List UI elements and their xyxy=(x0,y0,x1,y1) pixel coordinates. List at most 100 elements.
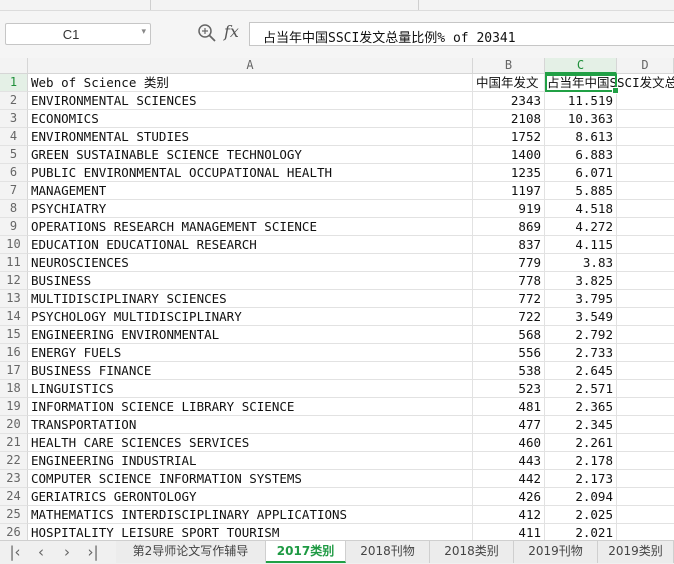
cell-percent[interactable]: 2.021 xyxy=(545,524,617,540)
cell-category[interactable]: ENVIRONMENTAL STUDIES xyxy=(28,128,473,146)
row-number[interactable]: 24 xyxy=(0,488,28,506)
row-number[interactable]: 4 xyxy=(0,128,28,146)
cell-empty[interactable] xyxy=(617,308,674,326)
cell-empty[interactable] xyxy=(617,398,674,416)
cell-percent[interactable]: 2.792 xyxy=(545,326,617,344)
cell-empty[interactable] xyxy=(617,182,674,200)
sheet-tab[interactable]: 2018刊物 xyxy=(346,541,430,563)
row-number[interactable]: 3 xyxy=(0,110,28,128)
cell-empty[interactable] xyxy=(617,362,674,380)
cell-percent[interactable]: 3.83 xyxy=(545,254,617,272)
cell-percent[interactable]: 2.645 xyxy=(545,362,617,380)
cell-category[interactable]: NEUROSCIENCES xyxy=(28,254,473,272)
row-number[interactable]: 19 xyxy=(0,398,28,416)
cell-empty[interactable] xyxy=(617,380,674,398)
cell-empty[interactable] xyxy=(617,164,674,182)
cell-percent[interactable]: 11.519 xyxy=(545,92,617,110)
cell-percent[interactable]: 2.733 xyxy=(545,344,617,362)
zoom-formula-icon[interactable] xyxy=(196,22,218,44)
cell-count[interactable]: 1752 xyxy=(473,128,545,146)
cell-percent[interactable]: 2.261 xyxy=(545,434,617,452)
cell-percent[interactable]: 3.549 xyxy=(545,308,617,326)
cell-percent[interactable]: 2.571 xyxy=(545,380,617,398)
cell-empty[interactable] xyxy=(617,524,674,540)
cell-empty[interactable] xyxy=(617,254,674,272)
cell-percent[interactable]: 3.825 xyxy=(545,272,617,290)
cell-category[interactable]: GERIATRICS GERONTOLOGY xyxy=(28,488,473,506)
row-number[interactable]: 23 xyxy=(0,470,28,488)
cell-percent[interactable]: 10.363 xyxy=(545,110,617,128)
row-number[interactable]: 7 xyxy=(0,182,28,200)
cell-category[interactable]: BUSINESS xyxy=(28,272,473,290)
column-header-c[interactable]: C xyxy=(545,58,617,74)
row-number[interactable]: 11 xyxy=(0,254,28,272)
cell-category[interactable]: PSYCHIATRY xyxy=(28,200,473,218)
column-header-d[interactable]: D xyxy=(617,58,674,74)
cell-empty[interactable] xyxy=(617,236,674,254)
cell-empty[interactable] xyxy=(617,290,674,308)
cell-category[interactable]: ENGINEERING INDUSTRIAL xyxy=(28,452,473,470)
formula-input[interactable]: 占当年中国SSCI发文总量比例% of 20341 xyxy=(249,22,674,46)
cell-percent[interactable]: 2.178 xyxy=(545,452,617,470)
row-number[interactable]: 18 xyxy=(0,380,28,398)
name-box[interactable]: C1 ▾ xyxy=(5,23,151,45)
row-number[interactable]: 14 xyxy=(0,308,28,326)
row-number[interactable]: 26 xyxy=(0,524,28,540)
cell-empty[interactable] xyxy=(617,434,674,452)
cell-category[interactable]: BUSINESS FINANCE xyxy=(28,362,473,380)
fx-icon[interactable]: fx xyxy=(224,22,239,41)
cell-category[interactable]: HEALTH CARE SCIENCES SERVICES xyxy=(28,434,473,452)
last-sheet-icon[interactable]: ›| xyxy=(82,543,104,561)
cell-category[interactable]: HOSPITALITY LEISURE SPORT TOURISM xyxy=(28,524,473,540)
sheet-tab[interactable]: 2018类别 xyxy=(430,541,514,563)
cell-percent[interactable]: 2.365 xyxy=(545,398,617,416)
row-number[interactable]: 15 xyxy=(0,326,28,344)
row-number[interactable]: 22 xyxy=(0,452,28,470)
sheet-tab[interactable]: 2019类别 xyxy=(598,541,674,563)
cell-empty[interactable] xyxy=(617,272,674,290)
cell-count[interactable]: 523 xyxy=(473,380,545,398)
cell-category[interactable]: EDUCATION EDUCATIONAL RESEARCH xyxy=(28,236,473,254)
cell-count[interactable]: 779 xyxy=(473,254,545,272)
row-number[interactable]: 2 xyxy=(0,92,28,110)
row-number[interactable]: 9 xyxy=(0,218,28,236)
cell-category[interactable]: COMPUTER SCIENCE INFORMATION SYSTEMS xyxy=(28,470,473,488)
row-number[interactable]: 17 xyxy=(0,362,28,380)
cell-count[interactable]: 722 xyxy=(473,308,545,326)
cell-category[interactable]: OPERATIONS RESEARCH MANAGEMENT SCIENCE xyxy=(28,218,473,236)
cell-empty[interactable] xyxy=(617,218,674,236)
cell-percent[interactable]: 8.613 xyxy=(545,128,617,146)
cell-empty[interactable] xyxy=(617,146,674,164)
cell-percent[interactable]: 2.345 xyxy=(545,416,617,434)
cell-empty[interactable] xyxy=(617,416,674,434)
row-number[interactable]: 10 xyxy=(0,236,28,254)
cell-count[interactable]: 869 xyxy=(473,218,545,236)
cell-category[interactable]: LINGUISTICS xyxy=(28,380,473,398)
row-number[interactable]: 20 xyxy=(0,416,28,434)
sheet-tab[interactable]: 2019刊物 xyxy=(514,541,598,563)
cell-count[interactable]: 556 xyxy=(473,344,545,362)
chevron-down-icon[interactable]: ▾ xyxy=(141,26,146,37)
cell-percent[interactable]: 5.885 xyxy=(545,182,617,200)
column-header-b[interactable]: B xyxy=(473,58,545,74)
cell-empty[interactable] xyxy=(617,326,674,344)
cell-empty[interactable] xyxy=(617,128,674,146)
cell-category[interactable]: ENVIRONMENTAL SCIENCES xyxy=(28,92,473,110)
row-number[interactable]: 8 xyxy=(0,200,28,218)
cell-percent[interactable]: 6.883 xyxy=(545,146,617,164)
row-number[interactable]: 1 xyxy=(0,74,28,92)
next-sheet-icon[interactable]: › xyxy=(56,543,78,561)
cell-percent[interactable]: 2.025 xyxy=(545,506,617,524)
cell-count[interactable]: 477 xyxy=(473,416,545,434)
cell-percent[interactable]: 4.115 xyxy=(545,236,617,254)
row-number[interactable]: 21 xyxy=(0,434,28,452)
cell-count[interactable]: 481 xyxy=(473,398,545,416)
cell-category[interactable]: ECONOMICS xyxy=(28,110,473,128)
cell-count[interactable]: 778 xyxy=(473,272,545,290)
cell-category[interactable]: ENGINEERING ENVIRONMENTAL xyxy=(28,326,473,344)
cell-percent[interactable]: 2.094 xyxy=(545,488,617,506)
row-number[interactable]: 12 xyxy=(0,272,28,290)
cell-category[interactable]: GREEN SUSTAINABLE SCIENCE TECHNOLOGY xyxy=(28,146,473,164)
cell-category[interactable]: MULTIDISCIPLINARY SCIENCES xyxy=(28,290,473,308)
sheet-tab-active[interactable]: 2017类别 xyxy=(266,541,346,563)
